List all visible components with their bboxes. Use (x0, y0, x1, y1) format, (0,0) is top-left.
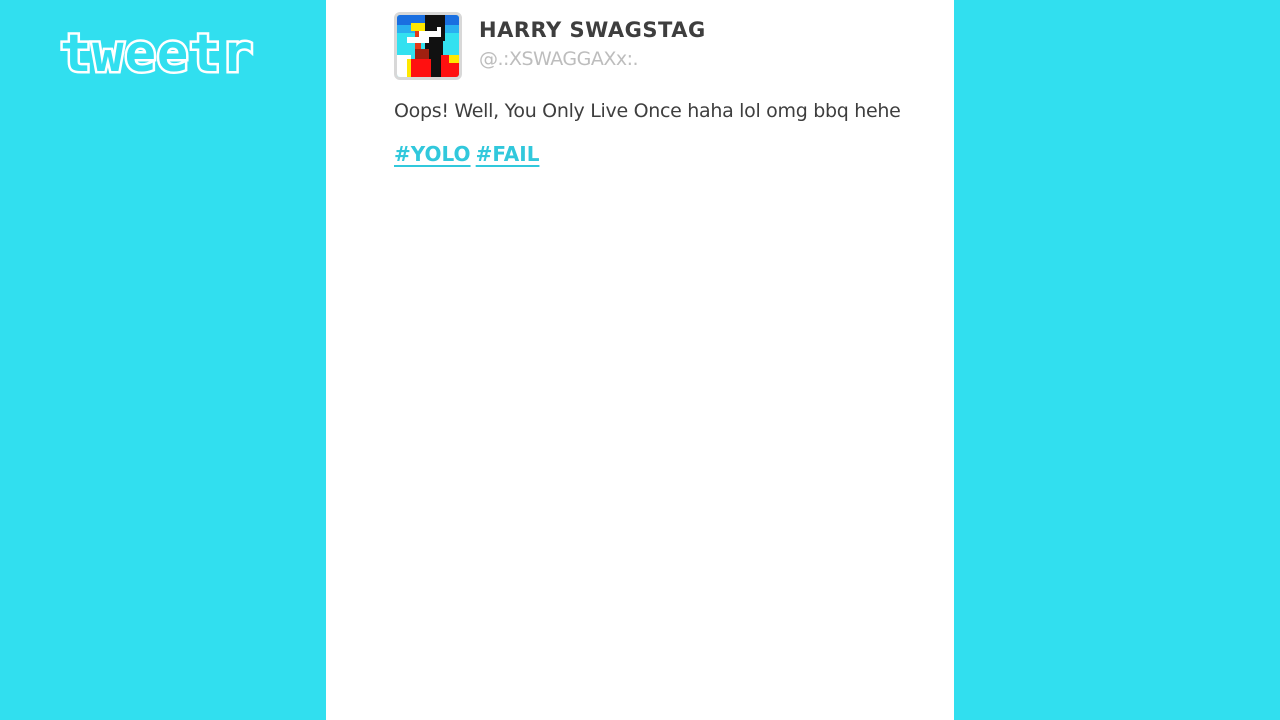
hashtag-link[interactable]: #FAIL (476, 142, 540, 166)
hashtag-list: #YOLO #FAIL (394, 142, 539, 166)
author-name[interactable]: HARRY SWAGSTAG (479, 18, 706, 42)
author-handle[interactable]: @.:XSWAGGAXx:. (479, 48, 639, 70)
tweet-text: Oops! Well, You Only Live Once haha lol … (394, 100, 901, 122)
avatar[interactable] (394, 12, 462, 80)
pixel-portrait-avatar-icon (397, 15, 459, 77)
tweet-panel: HARRY SWAGSTAG @.:XSWAGGAXx:. Oops! Well… (326, 0, 954, 720)
hashtag-link[interactable]: #YOLO (394, 142, 471, 166)
tweetr-logo: tweetr (58, 24, 256, 84)
